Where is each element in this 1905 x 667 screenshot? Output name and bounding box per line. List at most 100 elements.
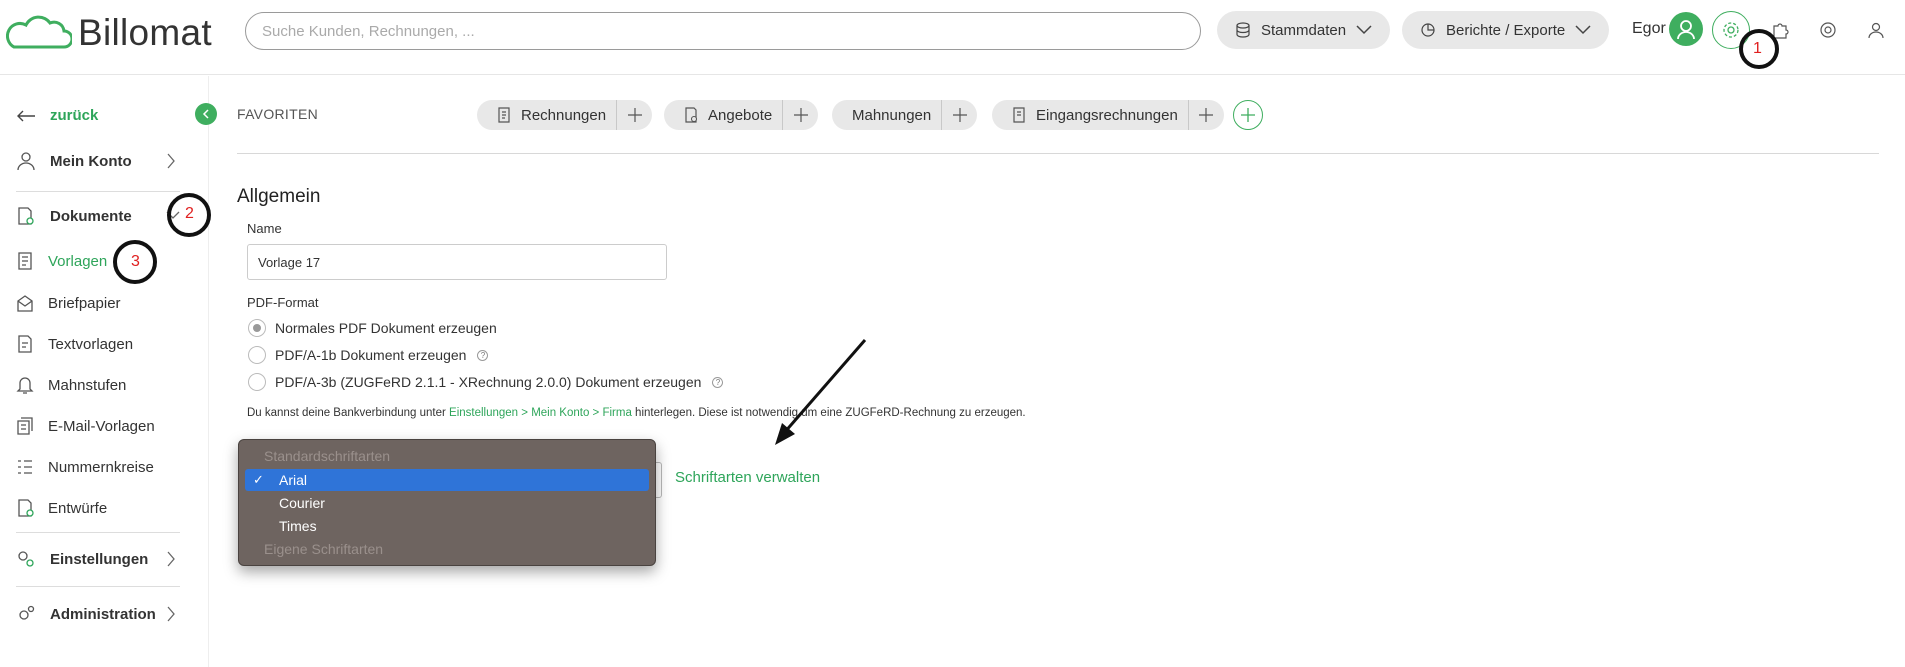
annotation-number-2: 2 (185, 205, 194, 222)
checkmark-icon: ✓ (253, 472, 264, 487)
chevron-right-icon (167, 153, 175, 169)
settings-firma-link[interactable]: Einstellungen > Mein Konto > Firma (449, 407, 632, 419)
plus-icon (1199, 108, 1214, 122)
favorite-eingangsrechnungen-button[interactable]: Eingangsrechnungen (992, 100, 1188, 130)
add-favorite-button[interactable] (1233, 100, 1263, 130)
email-template-icon (17, 417, 33, 435)
bank-info-note: Du kannst deine Bankverbindung unter Ein… (247, 407, 1026, 419)
radio-button[interactable] (248, 346, 266, 364)
list-icon (18, 460, 32, 474)
font-dropdown: Standardschriftarten ✓ Arial Courier Tim… (238, 439, 656, 566)
plus-icon (1241, 108, 1255, 122)
sidebar-item-entwuerfe[interactable]: Entwürfe (16, 498, 107, 518)
sidebar-item-label: Entwürfe (48, 499, 108, 517)
sidebar-item-label: Einstellungen (50, 550, 149, 568)
info-icon[interactable]: ? (477, 349, 489, 361)
sidebar-divider (16, 532, 180, 533)
add-eingangsrechnung-button[interactable] (1187, 100, 1224, 130)
font-option-label: Arial (279, 472, 308, 488)
pdf-option-label: Normales PDF Dokument erzeugen (275, 320, 497, 336)
sidebar-item-briefpapier[interactable]: Briefpapier (16, 293, 121, 313)
search-input[interactable] (245, 12, 1201, 50)
info-icon[interactable]: ? (712, 376, 724, 388)
sidebar-item-mahnstufen[interactable]: Mahnstufen (16, 375, 126, 395)
billomat-logo[interactable]: Billomat (6, 12, 212, 54)
sidebar-item-textvorlagen[interactable]: Textvorlagen (16, 334, 133, 354)
admin-gear-icon (19, 605, 35, 620)
settings-sliders-icon (18, 551, 34, 567)
sidebar-back[interactable]: zurück (16, 107, 98, 124)
favorite-rechnungen-button[interactable]: Rechnungen (477, 100, 616, 130)
pdf-option-a1b[interactable]: PDF/A-1b Dokument erzeugen ? (248, 346, 489, 364)
invoice-icon (498, 107, 510, 123)
avatar[interactable] (1669, 12, 1703, 46)
lifebuoy-icon (1820, 22, 1836, 38)
documents-icon (18, 207, 34, 225)
plus-icon (627, 108, 642, 122)
add-mahnung-button[interactable] (941, 100, 977, 130)
incoming-invoice-icon (1013, 107, 1025, 123)
sidebar-item-label: Nummernkreise (48, 458, 154, 476)
name-field[interactable] (247, 244, 667, 280)
sidebar-item-mein-konto[interactable]: Mein Konto (16, 151, 132, 171)
radio-button[interactable] (248, 319, 266, 337)
sidebar-divider (16, 586, 180, 587)
font-option-courier[interactable]: Courier (245, 492, 649, 514)
favorites-divider (237, 153, 1879, 154)
note-prefix: Du kannst deine Bankverbindung unter (247, 407, 450, 419)
sidebar-item-label: Mahnstufen (48, 376, 127, 394)
user-icon (17, 152, 35, 171)
radio-button[interactable] (248, 373, 266, 391)
manage-fonts-link[interactable]: Schriftarten verwalten (675, 469, 820, 486)
add-rechnung-button[interactable] (616, 100, 652, 130)
sidebar-item-email-vorlagen[interactable]: E-Mail-Vorlagen (16, 416, 155, 436)
sidebar-item-dokumente[interactable]: Dokumente (16, 206, 132, 226)
favorite-angebote-button[interactable]: Angebote (664, 100, 782, 130)
user-avatar-icon (1677, 20, 1695, 40)
stammdaten-label: Stammdaten (1261, 21, 1347, 39)
favorite-label: Rechnungen (521, 106, 607, 124)
favorite-eingangsrechnungen: Eingangsrechnungen (992, 100, 1224, 130)
profile-button[interactable] (1864, 18, 1888, 42)
berichte-exporte-menu[interactable]: Berichte / Exporte (1402, 11, 1610, 49)
favorite-mahnungen: Mahnungen (832, 100, 978, 130)
favorite-mahnungen-button[interactable]: Mahnungen (832, 100, 941, 130)
favorite-label: Angebote (708, 106, 773, 124)
logo-text: Billomat (78, 12, 212, 53)
sidebar-item-nummernkreise[interactable]: Nummernkreise (16, 457, 154, 477)
sidebar-item-label: Textvorlagen (48, 335, 134, 353)
favorite-angebote: Angebote (664, 100, 819, 130)
cloud-logo-icon (6, 15, 72, 49)
letter-icon (17, 295, 33, 312)
dropdown-group-standard: Standardschriftarten (264, 448, 391, 464)
font-option-label: Times (279, 518, 317, 534)
name-label: Name (247, 221, 282, 236)
sidebar-item-einstellungen[interactable]: Einstellungen (16, 549, 148, 569)
section-title: Allgemein (237, 186, 321, 207)
sidebar-item-vorlagen[interactable]: Vorlagen (16, 251, 107, 271)
database-icon (1236, 22, 1250, 38)
favorites-label: FAVORITEN (237, 106, 319, 122)
chevron-down-icon (1356, 25, 1372, 35)
pdf-option-a3b[interactable]: PDF/A-3b (ZUGFeRD 2.1.1 - XRechnung 2.0.… (248, 373, 724, 391)
pdf-option-label: PDF/A-3b (ZUGFeRD 2.1.1 - XRechnung 2.0.… (275, 374, 702, 390)
add-angebot-button[interactable] (782, 100, 818, 130)
chart-pie-icon (1421, 23, 1435, 37)
stammdaten-menu[interactable]: Stammdaten (1217, 11, 1391, 49)
collapse-sidebar-button[interactable] (195, 103, 217, 125)
favorite-label: Mahnungen (852, 106, 932, 124)
arrow-left-icon (17, 110, 35, 121)
dropdown-group-custom: Eigene Schriftarten (264, 541, 384, 557)
top-bar: Billomat Stammdaten Berichte / Exporte E… (0, 0, 1905, 75)
font-option-arial[interactable]: ✓ Arial (245, 469, 649, 491)
help-button[interactable] (1816, 18, 1840, 42)
sidebar-divider (16, 191, 180, 192)
pdf-option-normal[interactable]: Normales PDF Dokument erzeugen (248, 319, 497, 337)
sidebar-item-administration[interactable]: Administration (16, 604, 156, 624)
sidebar-item-label: E-Mail-Vorlagen (48, 417, 155, 435)
font-option-times[interactable]: Times (245, 515, 649, 537)
sidebar-item-label: Briefpapier (48, 294, 121, 312)
font-option-label: Courier (279, 495, 325, 511)
template-icon (18, 252, 32, 270)
draft-icon (18, 499, 34, 517)
